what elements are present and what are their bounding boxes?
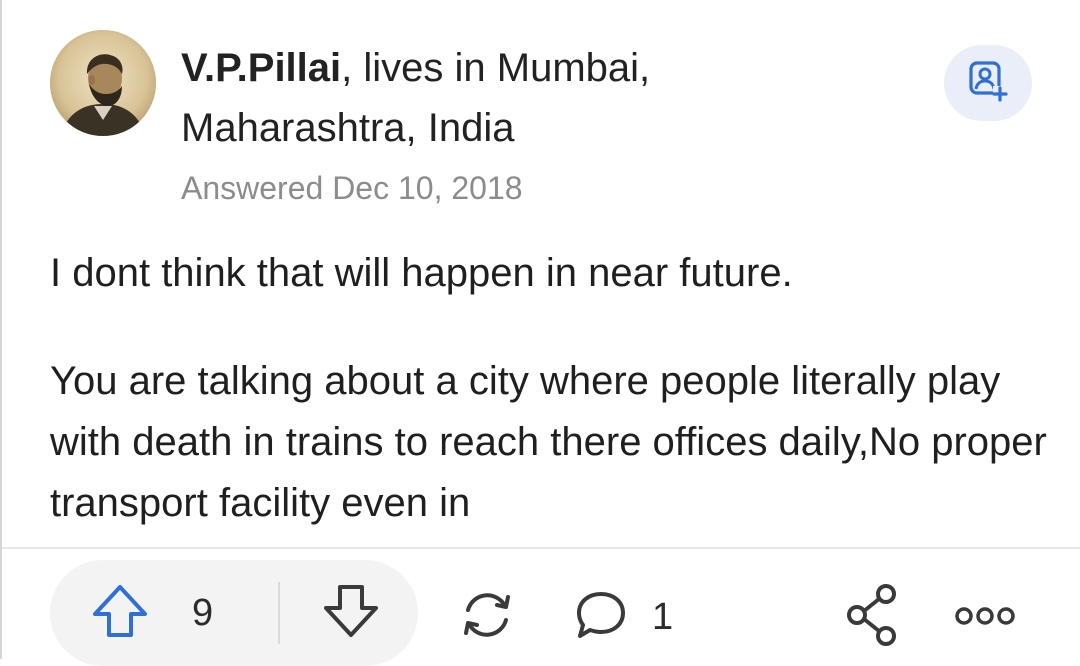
more-options-button[interactable]: [952, 593, 1018, 643]
avatar-portrait-image: [50, 30, 156, 136]
author-name[interactable]: V.P.Pillai: [181, 46, 341, 90]
person-add-icon: [966, 59, 1010, 108]
action-bar: 9 1: [2, 549, 1080, 666]
vote-divider: [278, 582, 280, 644]
follow-button[interactable]: [944, 45, 1032, 121]
answer-body: I dont think that will happen in near fu…: [50, 243, 1060, 534]
answer-paragraph: I dont think that will happen in near fu…: [50, 251, 793, 295]
comment-button[interactable]: 1: [572, 583, 673, 651]
speech-bubble-icon: [572, 586, 630, 649]
arrow-down-icon: [321, 581, 381, 646]
reshare-button[interactable]: [453, 583, 521, 651]
vote-pill: 9: [50, 560, 418, 666]
author-credential: , lives in Mumbai,: [341, 46, 651, 90]
comment-count: 1: [652, 595, 674, 638]
more-dots-icon: [953, 604, 1017, 633]
refresh-cycle-icon: [456, 584, 518, 651]
upvote-count: 9: [192, 591, 214, 634]
arrow-up-icon: [90, 581, 150, 646]
share-icon: [843, 582, 903, 653]
author-credential-block: V.P.Pillai, lives in Mumbai, Maharashtra…: [181, 38, 901, 158]
upvote-button[interactable]: 9: [90, 574, 213, 652]
share-button[interactable]: [840, 581, 906, 653]
answered-date[interactable]: Answered Dec 10, 2018: [181, 168, 901, 208]
downvote-button[interactable]: [312, 574, 390, 652]
avatar[interactable]: [50, 30, 156, 136]
answer-paragraph: You are talking about a city where peopl…: [50, 359, 1047, 525]
author-credential-line2: Maharashtra, India: [181, 106, 515, 150]
answer-header: V.P.Pillai, lives in Mumbai, Maharashtra…: [181, 38, 901, 208]
